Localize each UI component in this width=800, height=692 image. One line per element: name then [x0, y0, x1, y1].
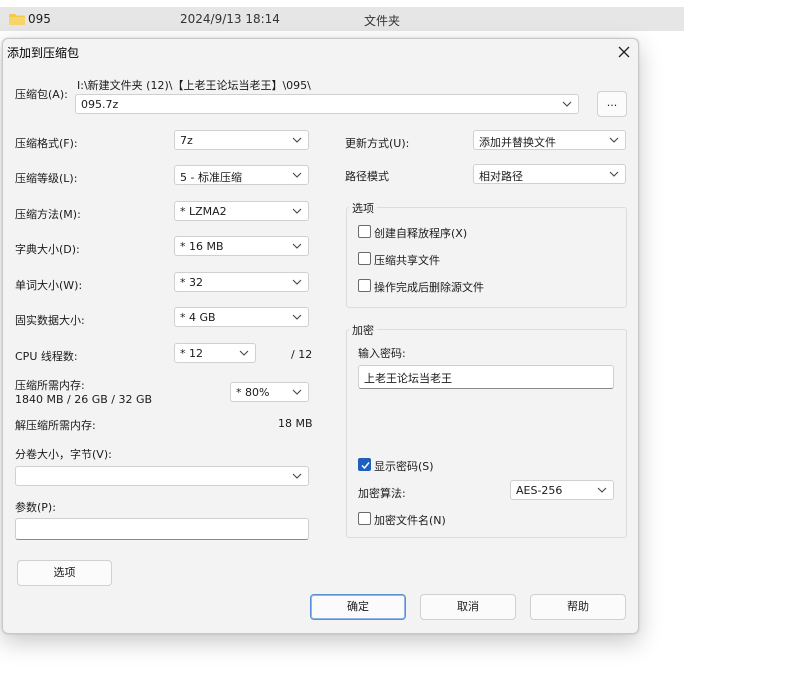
chevron-down-icon [597, 487, 607, 493]
encryption-method-label: 加密算法: [358, 487, 406, 500]
chevron-down-icon [292, 473, 302, 479]
close-icon [618, 46, 630, 58]
archive-name-value: 095.7z [81, 98, 119, 111]
delete-source-label[interactable]: 操作完成后删除源文件 [374, 279, 484, 295]
delete-source-checkbox[interactable] [358, 279, 371, 292]
add-to-archive-dialog: 添加到压缩包 压缩包(A): I:\新建文件夹 (12)\【上老王论坛当老王】\… [2, 38, 639, 634]
shared-checkbox[interactable] [358, 252, 371, 265]
method-label: 压缩方法(M): [15, 208, 81, 221]
dict-label: 字典大小(D): [15, 243, 80, 256]
word-label: 单词大小(W): [15, 279, 83, 292]
options-group-title: 选项 [349, 200, 377, 216]
dialog-title: 添加到压缩包 [7, 46, 80, 60]
chevron-down-icon [609, 137, 619, 143]
cancel-button[interactable]: 取消 [420, 594, 516, 620]
update-value: 添加并替换文件 [479, 136, 556, 149]
archive-path: I:\新建文件夹 (12)\【上老王论坛当老王】\095\ [77, 79, 311, 92]
solid-value: * 4 GB [180, 311, 216, 324]
sfx-label[interactable]: 创建自释放程序(X) [374, 225, 467, 241]
archive-label: 压缩包(A): [15, 88, 68, 101]
params-label: 参数(P): [15, 501, 56, 514]
memory-value: * 80% [236, 386, 270, 399]
file-name: 095 [28, 12, 51, 26]
format-value: 7z [180, 134, 193, 147]
format-combo[interactable]: 7z [174, 130, 309, 150]
ok-button[interactable]: 确定 [310, 594, 406, 620]
explorer-file-row[interactable]: 095 2024/9/13 18:14 文件夹 [0, 7, 684, 31]
decomp-memory-label: 解压缩所需内存: [15, 419, 96, 432]
method-combo[interactable]: * LZMA2 [174, 201, 309, 221]
decomp-memory-value: 18 MB [278, 417, 313, 430]
encryption-method-value: AES-256 [516, 484, 563, 497]
encryption-method-combo[interactable]: AES-256 [510, 480, 614, 500]
show-password-label[interactable]: 显示密码(S) [374, 458, 434, 474]
level-label: 压缩等级(L): [15, 172, 78, 185]
level-value: 5 - 标准压缩 [180, 171, 242, 184]
threads-value: * 12 [180, 347, 203, 360]
chevron-down-icon [292, 279, 302, 285]
update-combo[interactable]: 添加并替换文件 [473, 130, 626, 150]
checkmark-icon [361, 462, 370, 470]
chevron-down-icon [562, 101, 572, 107]
params-input[interactable] [15, 518, 309, 540]
encrypt-names-label[interactable]: 加密文件名(N) [374, 512, 446, 528]
chevron-down-icon [292, 172, 302, 178]
browse-button[interactable]: ... [597, 91, 627, 117]
close-button[interactable] [611, 41, 637, 63]
chevron-down-icon [292, 389, 302, 395]
path-mode-combo[interactable]: 相对路径 [473, 164, 626, 184]
password-value: 上老王论坛当老王 [364, 372, 452, 385]
file-type: 文件夹 [364, 14, 401, 28]
path-mode-value: 相对路径 [479, 170, 523, 183]
sfx-checkbox[interactable] [358, 225, 371, 238]
threads-label: CPU 线程数: [15, 350, 78, 363]
chevron-down-icon [292, 208, 302, 214]
path-mode-label: 路径模式 [345, 170, 389, 183]
file-date: 2024/9/13 18:14 [180, 12, 280, 26]
dict-value: * 16 MB [180, 240, 224, 253]
format-label: 压缩格式(F): [15, 137, 78, 150]
word-combo[interactable]: * 32 [174, 272, 309, 292]
threads-max: / 12 [291, 348, 313, 361]
memory-combo[interactable]: * 80% [230, 382, 309, 402]
show-password-checkbox[interactable] [358, 458, 371, 471]
memory-detail: 1840 MB / 26 GB / 32 GB [15, 393, 153, 406]
chevron-down-icon [292, 137, 302, 143]
shared-label[interactable]: 压缩共享文件 [374, 252, 440, 268]
options-button[interactable]: 选项 [17, 560, 112, 586]
archive-name-combo[interactable]: 095.7z [75, 94, 579, 114]
dict-combo[interactable]: * 16 MB [174, 236, 309, 256]
help-button[interactable]: 帮助 [530, 594, 626, 620]
memory-label: 压缩所需内存: [15, 379, 85, 392]
password-label: 输入密码: [358, 347, 406, 360]
volume-label: 分卷大小，字节(V): [15, 448, 112, 461]
encrypt-names-checkbox[interactable] [358, 512, 371, 525]
encryption-group-title: 加密 [349, 322, 377, 338]
update-label: 更新方式(U): [345, 137, 410, 150]
level-combo[interactable]: 5 - 标准压缩 [174, 165, 309, 185]
folder-icon [9, 14, 25, 25]
threads-combo[interactable]: * 12 [174, 343, 256, 363]
chevron-down-icon [292, 243, 302, 249]
method-value: * LZMA2 [180, 205, 227, 218]
chevron-down-icon [239, 350, 249, 356]
word-value: * 32 [180, 276, 203, 289]
chevron-down-icon [292, 314, 302, 320]
volume-combo[interactable] [15, 466, 309, 486]
chevron-down-icon [609, 171, 619, 177]
solid-label: 固实数据大小: [15, 314, 85, 327]
solid-combo[interactable]: * 4 GB [174, 307, 309, 327]
password-input[interactable]: 上老王论坛当老王 [358, 365, 614, 389]
